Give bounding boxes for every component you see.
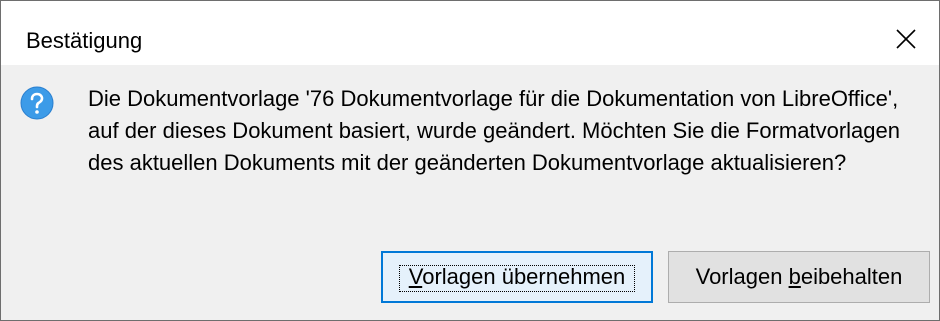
keep-templates-button[interactable]: Vorlagen beibehalten [668,251,930,303]
dialog-message: Die Dokumentvorlage '76 Dokumentvorlage … [88,86,900,175]
question-icon [20,86,54,120]
update-templates-button[interactable]: Vorlagen übernehmen [381,251,653,303]
label-pre: Vorlagen [695,264,789,289]
label-post: eibehalten [800,264,903,289]
dialog-title: Bestätigung [26,28,143,53]
title-bar: Bestätigung [1,1,939,65]
focus-rectangle [399,265,635,292]
accelerator-key: b [788,264,801,289]
keep-templates-label: Vorlagen beibehalten [696,264,903,290]
confirmation-dialog: Bestätigung Die Dokumentvorlage '76 Doku… [0,0,940,321]
close-icon [896,29,916,49]
close-button[interactable] [879,1,939,65]
